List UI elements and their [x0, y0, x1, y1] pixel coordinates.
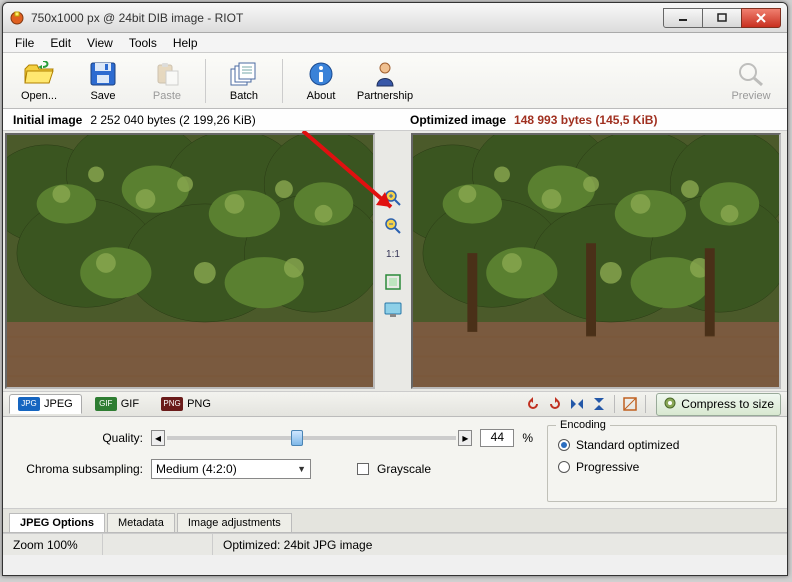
- encoding-progressive-radio[interactable]: [558, 461, 570, 473]
- format-tab-jpeg[interactable]: JPG JPEG: [9, 394, 82, 414]
- format-tab-png[interactable]: PNG PNG: [152, 394, 220, 414]
- folder-open-icon: [23, 60, 55, 88]
- gear-icon: [663, 396, 677, 413]
- jpeg-options-panel: Quality: ◂ ▸ 44 % Chroma subsampling: Me…: [3, 417, 787, 509]
- optimized-image-bytes: 148 993 bytes (145,5 KiB): [514, 113, 657, 127]
- jpeg-badge-icon: JPG: [18, 397, 40, 411]
- toolbar-separator: [205, 59, 206, 103]
- minimize-button[interactable]: [663, 8, 703, 28]
- slider-decrement-button[interactable]: ◂: [151, 430, 165, 446]
- quality-value-input[interactable]: 44: [480, 429, 514, 447]
- window-title: 750x1000 px @ 24bit DIB image - RIOT: [31, 11, 664, 25]
- zoom-actual-button[interactable]: 1:1: [382, 243, 404, 265]
- chroma-label: Chroma subsampling:: [13, 462, 143, 476]
- rotate-cw-button[interactable]: [545, 394, 565, 414]
- floppy-icon: [87, 60, 119, 88]
- fit-window-button[interactable]: [382, 271, 404, 293]
- status-zoom: Zoom 100%: [3, 534, 103, 555]
- flip-vertical-button[interactable]: [589, 394, 609, 414]
- initial-image-bytes: 2 252 040 bytes (2 199,26 KiB): [90, 113, 255, 127]
- initial-image-pane[interactable]: [5, 133, 375, 389]
- menu-help[interactable]: Help: [165, 34, 206, 52]
- toolbar-separator: [614, 395, 615, 413]
- percent-label: %: [522, 431, 533, 445]
- gif-badge-icon: GIF: [95, 397, 117, 411]
- option-tabs: JPEG Options Metadata Image adjustments: [3, 509, 787, 533]
- partnership-icon: [369, 60, 401, 88]
- zoom-in-button[interactable]: [382, 187, 404, 209]
- menubar: File Edit View Tools Help: [3, 33, 787, 53]
- quality-label: Quality:: [13, 431, 143, 445]
- flip-horizontal-button[interactable]: [567, 394, 587, 414]
- open-button[interactable]: Open...: [9, 55, 69, 107]
- encoding-standard-radio[interactable]: [558, 439, 570, 451]
- partnership-button[interactable]: Partnership: [355, 55, 415, 107]
- toolbar-separator: [282, 59, 283, 103]
- status-bar: Zoom 100% Optimized: 24bit JPG image: [3, 533, 787, 555]
- slider-increment-button[interactable]: ▸: [458, 430, 472, 446]
- about-button[interactable]: About: [291, 55, 351, 107]
- app-icon: [9, 10, 25, 26]
- tab-jpeg-options[interactable]: JPEG Options: [9, 513, 105, 532]
- grayscale-checkbox[interactable]: [357, 463, 369, 475]
- grayscale-label: Grayscale: [377, 462, 431, 476]
- format-bar: JPG JPEG GIF GIF PNG PNG Compress to siz…: [3, 391, 787, 417]
- fit-screen-button[interactable]: [382, 299, 404, 321]
- toolbar-separator: [645, 395, 646, 413]
- status-empty: [103, 534, 213, 555]
- magnifier-icon: [735, 60, 767, 88]
- batch-button[interactable]: Batch: [214, 55, 274, 107]
- window-controls: [664, 8, 781, 28]
- save-button[interactable]: Save: [73, 55, 133, 107]
- main-toolbar: Open... Save Paste Batch: [3, 53, 787, 109]
- encoding-legend: Encoding: [556, 419, 610, 431]
- tab-image-adjustments[interactable]: Image adjustments: [177, 513, 292, 532]
- optimized-image-label: Optimized image: [410, 113, 506, 127]
- quality-slider[interactable]: ◂ ▸: [151, 429, 472, 447]
- image-compare-area: 1:1: [3, 131, 787, 391]
- chevron-down-icon: ▼: [297, 464, 306, 474]
- size-info-bar: Initial image 2 252 040 bytes (2 199,26 …: [3, 109, 787, 131]
- chroma-subsampling-select[interactable]: Medium (4:2:0) ▼: [151, 459, 311, 479]
- menu-edit[interactable]: Edit: [42, 34, 79, 52]
- initial-image-label: Initial image: [13, 113, 82, 127]
- batch-icon: [228, 60, 260, 88]
- status-optimized: Optimized: 24bit JPG image: [213, 534, 787, 555]
- menu-tools[interactable]: Tools: [121, 34, 165, 52]
- titlebar: 750x1000 px @ 24bit DIB image - RIOT: [3, 3, 787, 33]
- format-tab-gif[interactable]: GIF GIF: [86, 394, 148, 414]
- menu-view[interactable]: View: [79, 34, 121, 52]
- maximize-button[interactable]: [702, 8, 742, 28]
- zoom-out-button[interactable]: [382, 215, 404, 237]
- close-button[interactable]: [741, 8, 781, 28]
- rotate-ccw-button[interactable]: [523, 394, 543, 414]
- resize-button[interactable]: [620, 394, 640, 414]
- clipboard-icon: [151, 60, 183, 88]
- info-icon: [305, 60, 337, 88]
- optimized-image-pane[interactable]: [411, 133, 781, 389]
- zoom-toolbar: 1:1: [377, 131, 409, 391]
- tab-metadata[interactable]: Metadata: [107, 513, 175, 532]
- menu-file[interactable]: File: [7, 34, 42, 52]
- compress-to-size-button[interactable]: Compress to size: [656, 393, 781, 416]
- png-badge-icon: PNG: [161, 397, 183, 411]
- encoding-group: Encoding Standard optimized Progressive: [547, 425, 777, 502]
- paste-button[interactable]: Paste: [137, 55, 197, 107]
- slider-thumb[interactable]: [291, 430, 303, 446]
- preview-button[interactable]: Preview: [721, 55, 781, 107]
